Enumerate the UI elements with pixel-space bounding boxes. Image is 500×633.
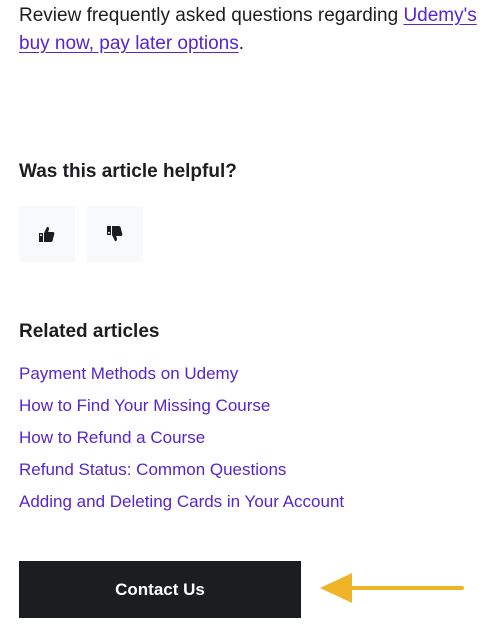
- related-article-link[interactable]: Adding and Deleting Cards in Your Accoun…: [19, 492, 344, 511]
- related-article-link[interactable]: Payment Methods on Udemy: [19, 364, 238, 383]
- helpful-heading: Was this article helpful?: [19, 161, 237, 182]
- thumbs-up-icon: [39, 226, 55, 242]
- thumbs-down-button[interactable]: [87, 206, 143, 262]
- article-intro: Review frequently asked questions regard…: [19, 2, 489, 58]
- list-item: How to Refund a Course: [19, 425, 344, 457]
- list-item: Adding and Deleting Cards in Your Accoun…: [19, 489, 344, 521]
- thumbs-down-icon: [107, 226, 123, 242]
- list-item: Refund Status: Common Questions: [19, 457, 344, 489]
- intro-text: Review frequently asked questions regard…: [19, 5, 404, 26]
- contact-us-button[interactable]: Contact Us: [19, 561, 301, 618]
- arrow-left-icon: [320, 573, 464, 603]
- related-articles-heading: Related articles: [19, 321, 160, 342]
- related-article-link[interactable]: How to Refund a Course: [19, 428, 205, 447]
- related-article-link[interactable]: Refund Status: Common Questions: [19, 460, 286, 479]
- related-articles-list: Payment Methods on Udemy How to Find You…: [19, 361, 344, 521]
- list-item: How to Find Your Missing Course: [19, 393, 344, 425]
- intro-suffix: .: [238, 33, 244, 54]
- thumbs-up-button[interactable]: [19, 206, 75, 262]
- related-article-link[interactable]: How to Find Your Missing Course: [19, 396, 270, 415]
- list-item: Payment Methods on Udemy: [19, 361, 344, 393]
